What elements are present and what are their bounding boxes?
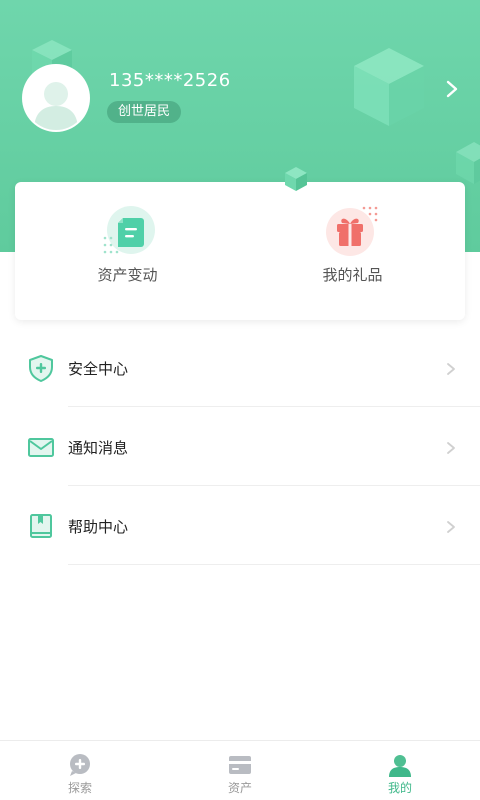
bottom-tab-bar: 探索 资产 我的 <box>0 740 480 800</box>
menu-item-label: 通知消息 <box>68 439 129 457</box>
user-icon <box>389 755 411 777</box>
mail-icon <box>28 438 54 457</box>
tab-profile[interactable]: 我的 <box>320 741 480 800</box>
decorative-cube-icon <box>285 167 307 191</box>
chevron-right-icon <box>447 363 455 375</box>
chevron-right-icon[interactable] <box>442 78 462 100</box>
chevron-right-icon <box>447 521 455 533</box>
quick-action-label: 我的礼品 <box>322 266 383 284</box>
decorative-cube-icon <box>456 142 480 184</box>
explore-icon <box>70 754 90 776</box>
user-phone: 135****2526 <box>109 70 231 91</box>
tab-assets[interactable]: 资产 <box>160 741 320 800</box>
chevron-right-icon <box>447 442 455 454</box>
tab-explore[interactable]: 探索 <box>0 741 160 800</box>
shield-icon <box>29 355 53 382</box>
tab-label: 资产 <box>227 781 252 795</box>
document-icon <box>103 206 155 254</box>
avatar[interactable] <box>22 64 90 132</box>
quick-action-asset-changes[interactable]: 资产变动 <box>15 182 240 320</box>
divider <box>68 564 480 565</box>
menu-item-security-center[interactable]: 安全中心 <box>0 328 480 407</box>
card-icon <box>229 756 251 774</box>
menu-item-label: 帮助中心 <box>68 518 129 536</box>
default-avatar-icon <box>24 66 88 130</box>
settings-menu: 安全中心 通知消息 帮助中心 <box>0 328 480 565</box>
quick-action-my-gifts[interactable]: 我的礼品 <box>240 182 465 320</box>
gift-icon <box>326 206 378 256</box>
menu-item-notifications[interactable]: 通知消息 <box>0 407 480 486</box>
quick-actions-card: 资产变动 我的礼品 <box>15 182 465 320</box>
decorative-cube-icon <box>354 48 424 126</box>
menu-item-label: 安全中心 <box>68 360 129 378</box>
book-icon <box>30 514 52 538</box>
menu-item-help-center[interactable]: 帮助中心 <box>0 486 480 565</box>
tab-label: 我的 <box>387 781 412 795</box>
tab-label: 探索 <box>67 781 92 795</box>
user-level-badge: 创世居民 <box>107 101 182 123</box>
quick-action-label: 资产变动 <box>97 266 158 284</box>
